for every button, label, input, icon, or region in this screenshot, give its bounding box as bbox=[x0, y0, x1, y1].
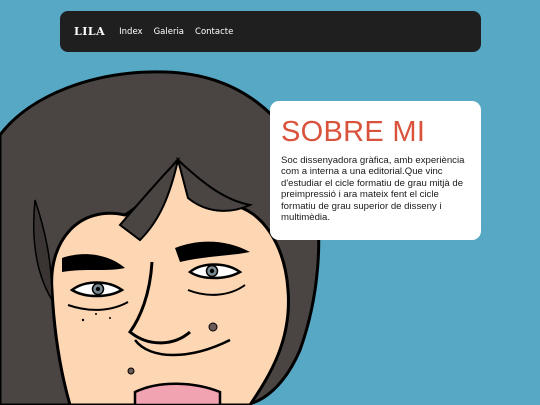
mole bbox=[208, 322, 218, 332]
mole bbox=[127, 367, 135, 375]
nav-link-contacte[interactable]: Contacte bbox=[195, 27, 233, 37]
about-text: Soc dissenyadora gràfica, amb experiènci… bbox=[281, 155, 465, 224]
about-title: SOBRE MI bbox=[281, 116, 426, 148]
nav-link-galeria[interactable]: Galeria bbox=[154, 27, 184, 37]
brand-logo[interactable]: LILA bbox=[74, 25, 105, 38]
nav-link-index[interactable]: Index bbox=[119, 27, 142, 37]
about-card: SOBRE MI Soc dissenyadora gràfica, amb e… bbox=[270, 101, 481, 240]
top-navbar: LILA Index Galeria Contacte bbox=[60, 11, 481, 52]
lips bbox=[133, 382, 222, 405]
